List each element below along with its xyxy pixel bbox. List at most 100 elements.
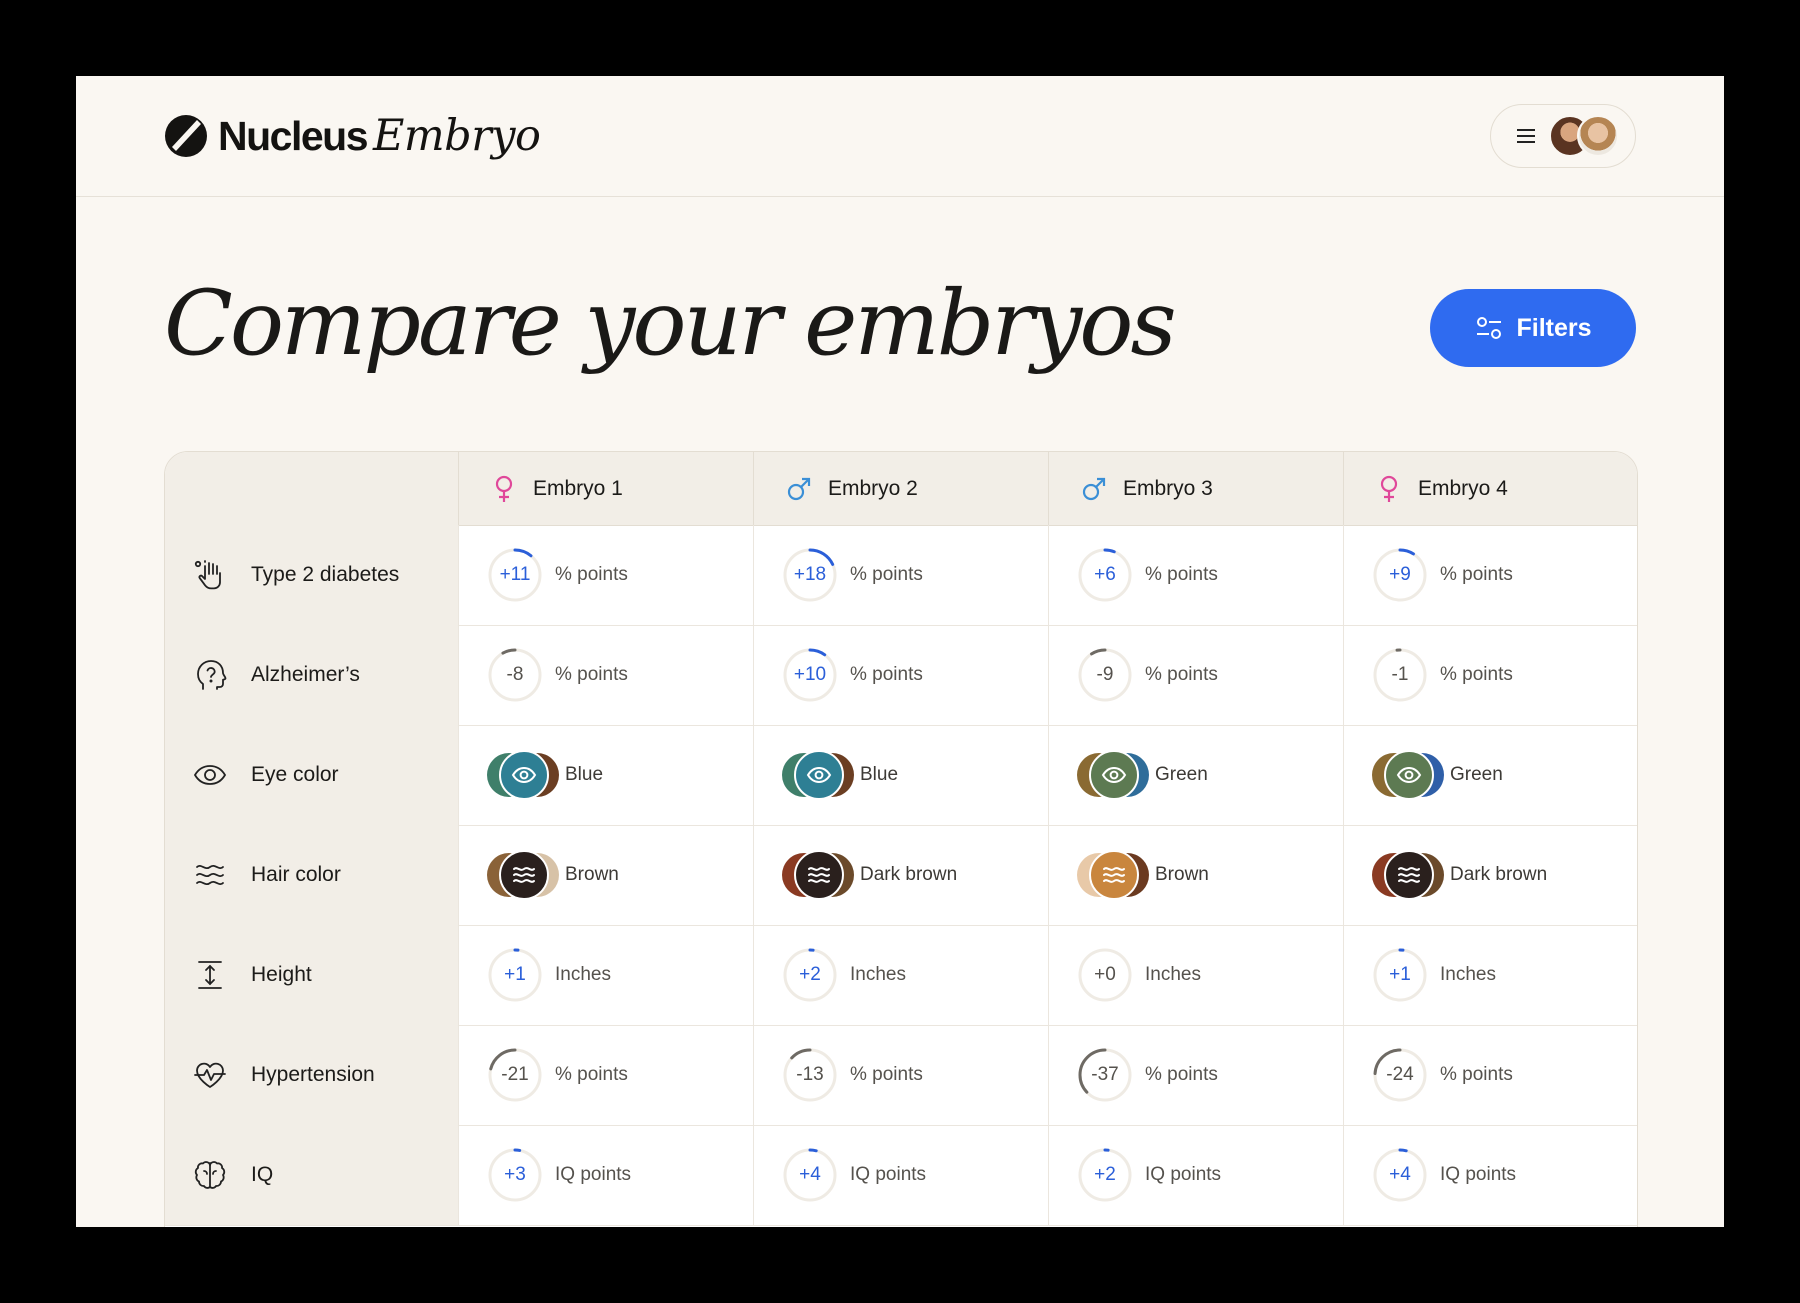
row-header[interactable]: Height <box>165 925 458 1025</box>
score-gauge: +3 <box>487 1147 543 1203</box>
row-header[interactable]: Eye color <box>165 725 458 825</box>
table-cell[interactable]: Green <box>1048 725 1343 825</box>
column-header-embryo-3[interactable]: Embryo 3 <box>1048 452 1343 525</box>
column-header-embryo-2[interactable]: Embryo 2 <box>753 452 1048 525</box>
table-row: Hypertension -21 % points -13 % points -37 % p… <box>165 1025 1637 1126</box>
score-gauge: +0 <box>1077 947 1133 1003</box>
score-value: +0 <box>1094 964 1116 985</box>
trait-value: Green <box>1450 764 1503 785</box>
row-header[interactable]: Hypertension <box>165 1025 458 1125</box>
heart-pulse-icon <box>193 1058 239 1092</box>
table-row: Eye color Blue Blue Green Green <box>165 725 1637 826</box>
trait-swatch <box>782 850 854 900</box>
table-cell[interactable]: Dark brown <box>1343 825 1637 925</box>
female-icon <box>1380 475 1398 502</box>
table-cell[interactable]: +11 % points <box>458 525 753 625</box>
table-cell[interactable]: -9 % points <box>1048 625 1343 725</box>
waves-icon <box>794 850 844 900</box>
table-cell[interactable]: Dark brown <box>753 825 1048 925</box>
row-header[interactable]: IQ <box>165 1125 458 1225</box>
column-header-embryo-4[interactable]: Embryo 4 <box>1343 452 1637 525</box>
table-cell[interactable]: -8 % points <box>458 625 753 725</box>
table-cell[interactable]: +4 IQ points <box>753 1125 1048 1225</box>
score-value: -21 <box>501 1064 529 1085</box>
score-unit: % points <box>1145 564 1218 585</box>
row-label: Type 2 diabetes <box>251 563 400 586</box>
eye-icon <box>193 758 239 792</box>
score-unit: % points <box>1440 564 1513 585</box>
table-cell[interactable]: +2 Inches <box>753 925 1048 1025</box>
table-cell[interactable]: Brown <box>458 825 753 925</box>
table-cell[interactable]: +2 IQ points <box>1048 1125 1343 1225</box>
row-label: Alzheimer’s <box>251 663 360 686</box>
trait-value: Dark brown <box>1450 864 1548 885</box>
head-question-icon <box>193 658 239 692</box>
table-row: IQ +3 IQ points +4 IQ points +2 IQ points +4 IQ … <box>165 1125 1637 1226</box>
column-header-embryo-1[interactable]: Embryo 1 <box>458 452 753 525</box>
score-gauge: +9 <box>1372 547 1428 603</box>
table-cell[interactable]: -37 % points <box>1048 1025 1343 1125</box>
column-label: Embryo 4 <box>1418 476 1508 500</box>
score-value: +2 <box>799 964 821 985</box>
row-label: Hair color <box>251 863 341 886</box>
table-cell[interactable]: +1 Inches <box>458 925 753 1025</box>
female-icon <box>495 475 513 502</box>
score-value: +6 <box>1094 564 1116 585</box>
score-value: -9 <box>1096 664 1114 685</box>
hand-dots-icon <box>193 558 239 592</box>
score-unit: % points <box>850 1064 923 1085</box>
trait-value: Brown <box>1155 864 1209 885</box>
score-unit: IQ points <box>1145 1164 1222 1185</box>
table-row: Height +1 Inches +2 Inches +0 Inches +1 Inches <box>165 925 1637 1026</box>
brain-icon <box>193 1158 239 1192</box>
table-cell[interactable]: -13 % points <box>753 1025 1048 1125</box>
eye-icon <box>499 750 549 800</box>
score-gauge: +10 <box>782 647 838 703</box>
table-cell[interactable]: Blue <box>458 725 753 825</box>
row-header[interactable]: Alzheimer’s <box>165 625 458 725</box>
score-unit: Inches <box>850 964 906 985</box>
score-gauge: -37 <box>1077 1047 1133 1103</box>
column-label: Embryo 2 <box>828 476 918 500</box>
male-icon <box>1082 477 1106 500</box>
score-value: -8 <box>506 664 524 685</box>
table-cell[interactable]: -24 % points <box>1343 1025 1637 1125</box>
row-header[interactable]: Hair color <box>165 825 458 925</box>
score-unit: IQ points <box>555 1164 632 1185</box>
table-cell[interactable]: -21 % points <box>458 1025 753 1125</box>
table-cell[interactable]: Green <box>1343 725 1637 825</box>
table-cell[interactable]: +1 Inches <box>1343 925 1637 1025</box>
table-cell[interactable]: -1 % points <box>1343 625 1637 725</box>
table-cell[interactable]: Brown <box>1048 825 1343 925</box>
top-bar: Nucleus Embryo <box>76 76 1724 197</box>
table-cell[interactable]: +6 % points <box>1048 525 1343 625</box>
row-label: Height <box>251 963 312 986</box>
filters-label: Filters <box>1516 313 1592 342</box>
table-cell[interactable]: +18 % points <box>753 525 1048 625</box>
table-cell[interactable]: +10 % points <box>753 625 1048 725</box>
row-header[interactable]: Type 2 diabetes <box>165 525 458 625</box>
account-menu-button[interactable] <box>1490 104 1636 168</box>
score-value: +18 <box>793 564 827 585</box>
score-value: +1 <box>1389 964 1411 985</box>
score-unit: % points <box>555 1064 628 1085</box>
score-value: -24 <box>1386 1064 1414 1085</box>
logo[interactable]: Nucleus Embryo <box>164 111 541 161</box>
score-gauge: -13 <box>782 1047 838 1103</box>
trait-value: Brown <box>565 864 619 885</box>
product-name: Embryo <box>373 111 541 161</box>
table-cell[interactable]: +9 % points <box>1343 525 1637 625</box>
table-row: Type 2 diabetes +11 % points +18 % points +6%… <box>165 525 1637 626</box>
table-cell[interactable]: +0 Inches <box>1048 925 1343 1025</box>
score-value: +3 <box>504 1164 526 1185</box>
waves-icon <box>1089 850 1139 900</box>
score-unit: Inches <box>1440 964 1496 985</box>
waves-icon <box>1384 850 1434 900</box>
filters-button[interactable]: Filters <box>1430 289 1636 367</box>
table-cell[interactable]: +4 IQ points <box>1343 1125 1637 1225</box>
trait-swatch <box>1372 850 1444 900</box>
table-row: Alzheimer’s -8 % points +10 % points -9 % poin… <box>165 625 1637 726</box>
table-cell[interactable]: Blue <box>753 725 1048 825</box>
table-cell[interactable]: +3 IQ points <box>458 1125 753 1225</box>
eye-icon <box>794 750 844 800</box>
